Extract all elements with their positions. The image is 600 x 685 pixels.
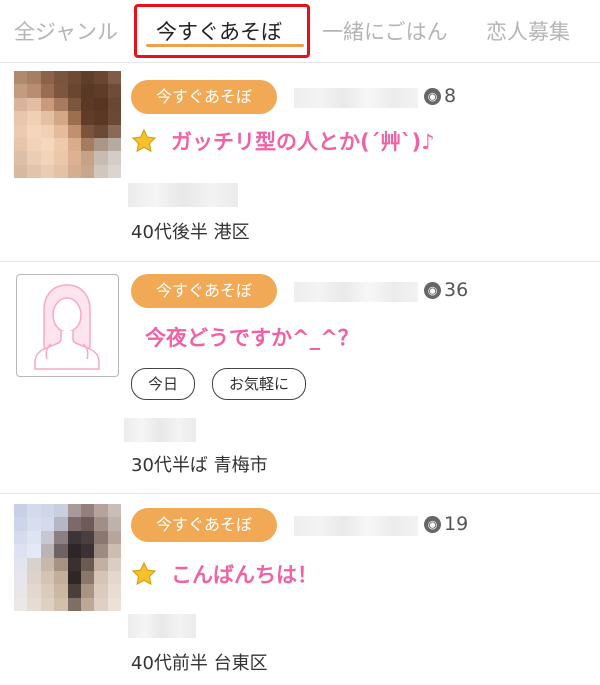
blurred-username bbox=[294, 516, 418, 536]
post-meta-age-area: 40代前半 台東区 bbox=[131, 653, 268, 674]
blurred-subtext bbox=[128, 183, 238, 207]
avatar[interactable] bbox=[14, 71, 121, 178]
genre-tab-bar: 全ジャンル 今すぐあそぼ 一緒にごはん 恋人募集 bbox=[0, 0, 600, 63]
tag-casual[interactable]: お気軽に bbox=[212, 368, 307, 400]
post-title[interactable]: 今夜どうですか^_^？ bbox=[145, 322, 359, 352]
star-icon bbox=[131, 561, 157, 586]
post-title[interactable]: ガッチリ型の人とか(´艸`)♪ bbox=[131, 126, 435, 156]
eye-icon: ◉ bbox=[424, 281, 441, 299]
post-title-text: こんばんちは！ bbox=[171, 563, 318, 587]
view-count-value: 8 bbox=[444, 85, 457, 107]
star-icon bbox=[131, 128, 157, 153]
post-card[interactable]: 今すぐあそぼ ◉ 8 ガッチリ型の人とか(´艸`)♪ 40代後半 港区 bbox=[0, 63, 600, 261]
post-title-text: ガッチリ型の人とか(´艸`)♪ bbox=[171, 130, 435, 154]
eye-icon: ◉ bbox=[424, 515, 441, 533]
post-meta-age-area: 40代後半 港区 bbox=[131, 222, 250, 243]
tag-today[interactable]: 今日 bbox=[131, 368, 196, 400]
view-count: ◉ 36 bbox=[424, 279, 468, 301]
post-title-text: 今夜どうですか^_^？ bbox=[145, 326, 359, 350]
post-title[interactable]: こんばんちは！ bbox=[131, 559, 318, 589]
view-count-value: 19 bbox=[444, 513, 469, 535]
person-silhouette-icon bbox=[34, 284, 100, 370]
eye-icon: ◉ bbox=[424, 87, 441, 105]
category-badge: 今すぐあそぼ bbox=[131, 274, 277, 308]
avatar-mosaic bbox=[14, 504, 121, 611]
blurred-subtext bbox=[124, 418, 196, 442]
avatar[interactable] bbox=[16, 274, 119, 377]
post-card[interactable]: 今すぐあそぼ ◉ 36 今夜どうですか^_^？ 今日 お気軽に 30代半ば 青梅… bbox=[0, 262, 600, 493]
blurred-subtext bbox=[128, 614, 196, 638]
view-count-value: 36 bbox=[444, 279, 469, 301]
category-badge: 今すぐあそぼ bbox=[131, 508, 277, 542]
avatar[interactable] bbox=[14, 504, 121, 611]
avatar-mosaic bbox=[14, 71, 121, 178]
tab-all-genres[interactable]: 全ジャンル bbox=[14, 16, 118, 46]
tab-lover-recruit[interactable]: 恋人募集 bbox=[486, 16, 570, 46]
blurred-username bbox=[294, 282, 418, 302]
category-badge: 今すぐあそぼ bbox=[131, 80, 277, 114]
view-count: ◉ 8 bbox=[424, 85, 456, 107]
tab-dinner-together[interactable]: 一緒にごはん bbox=[322, 16, 448, 46]
post-meta-age-area: 30代半ば 青梅市 bbox=[131, 455, 268, 476]
post-card[interactable]: 今すぐあそぼ ◉ 19 こんばんちは！ 40代前半 台東区 bbox=[0, 494, 600, 685]
blurred-username bbox=[294, 88, 418, 108]
view-count: ◉ 19 bbox=[424, 513, 468, 535]
active-tab-highlight-box bbox=[134, 4, 310, 58]
